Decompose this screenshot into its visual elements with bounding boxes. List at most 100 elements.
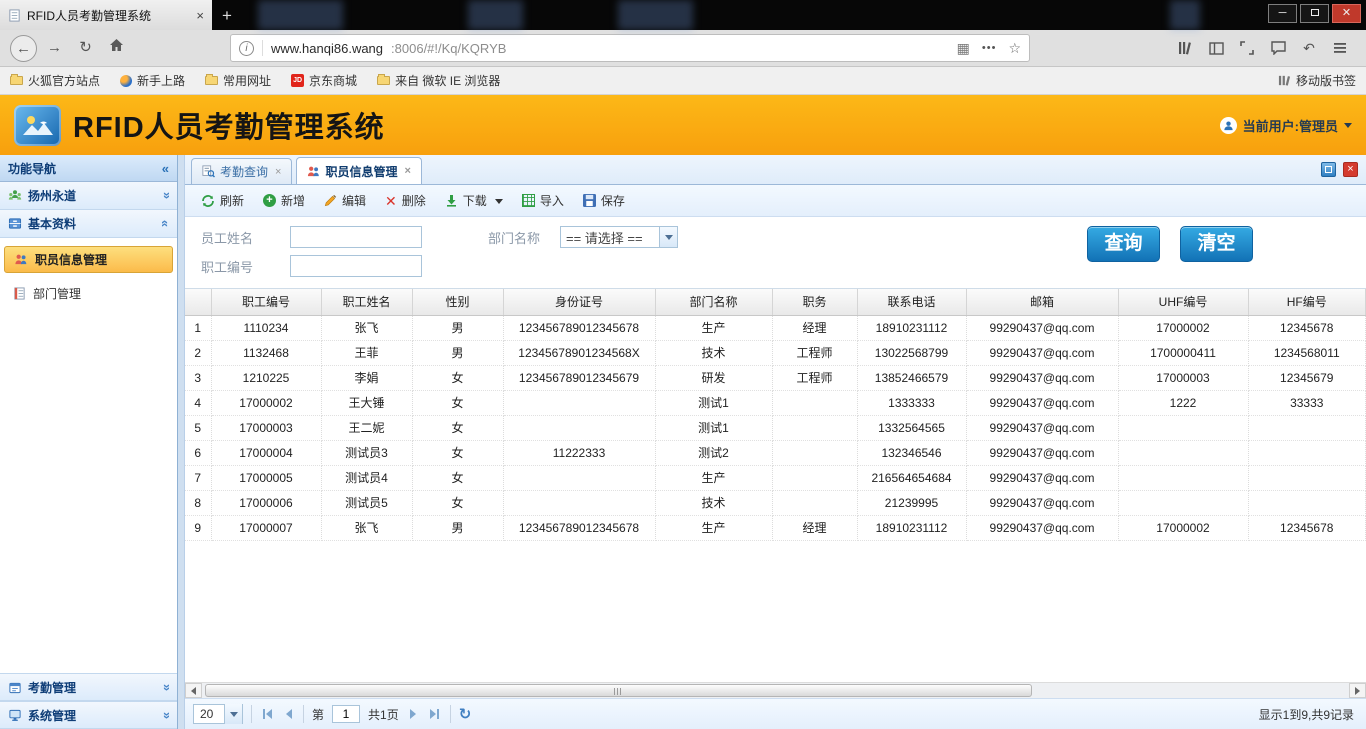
- col-header[interactable]: 联系电话: [857, 289, 966, 315]
- last-page-button[interactable]: [427, 709, 442, 719]
- table-row[interactable]: 4 17000002 王大锤 女 测试1 1333333 99290437@qq…: [185, 390, 1366, 415]
- prev-page-button[interactable]: [283, 709, 295, 719]
- scroll-left-button[interactable]: [185, 683, 202, 698]
- sidebar-group-basic-data[interactable]: 基本资料 «: [0, 210, 177, 238]
- cell-employee-code: 17000005: [211, 465, 321, 490]
- browser-toolbar-icons: ↶: [1177, 40, 1356, 56]
- close-panel-icon[interactable]: ×: [1343, 162, 1358, 177]
- current-user-menu[interactable]: 当前用户:管理员: [1220, 116, 1352, 135]
- minimize-button[interactable]: ─: [1268, 4, 1297, 23]
- horizontal-scrollbar[interactable]: [185, 682, 1366, 698]
- query-button[interactable]: 查询: [1087, 226, 1160, 262]
- col-header[interactable]: 职工姓名: [321, 289, 412, 315]
- col-header[interactable]: 部门名称: [655, 289, 772, 315]
- sidebar-item-department[interactable]: 部门管理: [4, 280, 173, 307]
- edit-button[interactable]: 编辑: [316, 188, 374, 213]
- pager-refresh-icon[interactable]: ↻: [459, 705, 472, 723]
- page-size-select[interactable]: 20: [193, 704, 243, 724]
- table-row[interactable]: 2 1132468 王菲 男 12345678901234568X 技术 工程师…: [185, 340, 1366, 365]
- mobile-bookmarks[interactable]: 移动版书签: [1278, 72, 1356, 89]
- sidebar-group-company[interactable]: 扬州永道 «: [0, 182, 177, 210]
- back-button[interactable]: ←: [10, 35, 37, 62]
- new-tab-button[interactable]: +: [212, 2, 242, 30]
- scroll-right-button[interactable]: [1349, 683, 1366, 698]
- reload-button[interactable]: ↻: [72, 35, 99, 62]
- cell-phone: 21239995: [857, 490, 966, 515]
- col-header[interactable]: UHF编号: [1118, 289, 1248, 315]
- maximize-panel-icon[interactable]: [1321, 162, 1336, 177]
- page-number-input[interactable]: [332, 705, 360, 723]
- divider: [251, 705, 252, 723]
- qr-scan-icon[interactable]: ▦: [957, 40, 970, 57]
- chevron-double-up-icon: «: [158, 220, 173, 227]
- button-label: 导入: [540, 192, 564, 209]
- col-header[interactable]: 身份证号: [503, 289, 655, 315]
- menu-icon[interactable]: [1332, 40, 1348, 56]
- tab-close-icon[interactable]: ×: [196, 8, 204, 23]
- cell-department: 测试1: [655, 390, 772, 415]
- next-page-button[interactable]: [407, 709, 419, 719]
- employee-code-input[interactable]: [290, 255, 422, 277]
- bookmark-item[interactable]: 来自 微软 IE 浏览器: [377, 72, 500, 89]
- tab-close-icon[interactable]: ×: [275, 166, 281, 178]
- page-actions-icon[interactable]: •••: [982, 42, 997, 54]
- combo-arrow-icon[interactable]: [224, 704, 242, 724]
- window-close-button[interactable]: ✕: [1332, 4, 1361, 23]
- library-icon[interactable]: [1177, 40, 1193, 56]
- url-bar[interactable]: i www.hanqi86.wang :8006/#!/Kq/KQRYB ▦ •…: [230, 34, 1030, 62]
- col-header[interactable]: 邮箱: [966, 289, 1118, 315]
- combo-arrow-icon[interactable]: [659, 227, 677, 247]
- sidebar-group-attendance[interactable]: 考勤管理 «: [0, 673, 177, 701]
- cell-uhf-code: [1118, 490, 1248, 515]
- site-info-icon[interactable]: i: [239, 41, 254, 56]
- sidebar-group-system[interactable]: 系统管理 «: [0, 701, 177, 729]
- feedback-icon[interactable]: [1270, 40, 1286, 56]
- screenshot-icon[interactable]: [1239, 40, 1255, 56]
- cell-uhf-code: 17000002: [1118, 515, 1248, 540]
- col-header[interactable]: 职工编号: [211, 289, 321, 315]
- employee-table: 职工编号 职工姓名 性别 身份证号 部门名称 职务 联系电话 邮箱 UHF编号 …: [185, 289, 1366, 541]
- sidebar-toggle-icon[interactable]: [1208, 40, 1224, 56]
- department-select[interactable]: == 请选择 ==: [560, 226, 678, 248]
- bookmark-item[interactable]: 新手上路: [120, 72, 185, 89]
- col-header[interactable]: 职务: [772, 289, 857, 315]
- bookmark-star-icon[interactable]: ☆: [1008, 40, 1021, 57]
- bookmark-item[interactable]: 火狐官方站点: [10, 72, 100, 89]
- maximize-button[interactable]: [1300, 4, 1329, 23]
- table-row[interactable]: 9 17000007 张飞 男 123456789012345678 生产 经理…: [185, 515, 1366, 540]
- table-row[interactable]: 7 17000005 测试员4 女 生产 216564654684 992904…: [185, 465, 1366, 490]
- import-button[interactable]: 导入: [514, 188, 572, 213]
- col-header[interactable]: HF编号: [1248, 289, 1366, 315]
- table-row[interactable]: 8 17000006 测试员5 女 技术 21239995 99290437@q…: [185, 490, 1366, 515]
- restore-icon[interactable]: ↶: [1301, 40, 1317, 56]
- save-button[interactable]: 保存: [575, 188, 633, 213]
- employee-name-input[interactable]: [290, 226, 422, 248]
- sidebar-item-employee-info[interactable]: 职员信息管理: [4, 246, 173, 273]
- scrollbar-thumb[interactable]: [205, 684, 1032, 697]
- browser-tab[interactable]: RFID人员考勤管理系统 ×: [0, 0, 212, 30]
- delete-button[interactable]: ✕ 删除: [377, 188, 434, 213]
- cell-gender: 女: [412, 415, 503, 440]
- tab-employee-info[interactable]: 职员信息管理 ×: [296, 157, 421, 184]
- sidebar-collapse-icon[interactable]: «: [162, 161, 169, 176]
- refresh-button[interactable]: 刷新: [193, 188, 252, 213]
- tab-attendance-query[interactable]: 考勤查询 ×: [191, 158, 292, 184]
- table-row[interactable]: 5 17000003 王二妮 女 测试1 1332564565 99290437…: [185, 415, 1366, 440]
- bookmark-item[interactable]: 常用网址: [205, 72, 271, 89]
- cell-gender: 女: [412, 365, 503, 390]
- table-row[interactable]: 1 1110234 张飞 男 123456789012345678 生产 经理 …: [185, 315, 1366, 340]
- forward-button[interactable]: →: [41, 35, 68, 62]
- clear-button[interactable]: 清空: [1180, 226, 1253, 262]
- bookmark-item[interactable]: JD 京东商城: [291, 72, 357, 89]
- tab-close-icon[interactable]: ×: [404, 165, 410, 177]
- download-button[interactable]: 下载: [437, 188, 511, 213]
- first-page-button[interactable]: [260, 709, 275, 719]
- cell-id-card: 123456789012345678: [503, 315, 655, 340]
- button-label: 刷新: [220, 192, 244, 209]
- cell-email: 99290437@qq.com: [966, 415, 1118, 440]
- table-row[interactable]: 6 17000004 测试员3 女 11222333 测试2 132346546…: [185, 440, 1366, 465]
- col-header[interactable]: 性别: [412, 289, 503, 315]
- table-row[interactable]: 3 1210225 李娟 女 123456789012345679 研发 工程师…: [185, 365, 1366, 390]
- add-button[interactable]: 新增: [255, 188, 313, 213]
- home-button[interactable]: [103, 35, 130, 62]
